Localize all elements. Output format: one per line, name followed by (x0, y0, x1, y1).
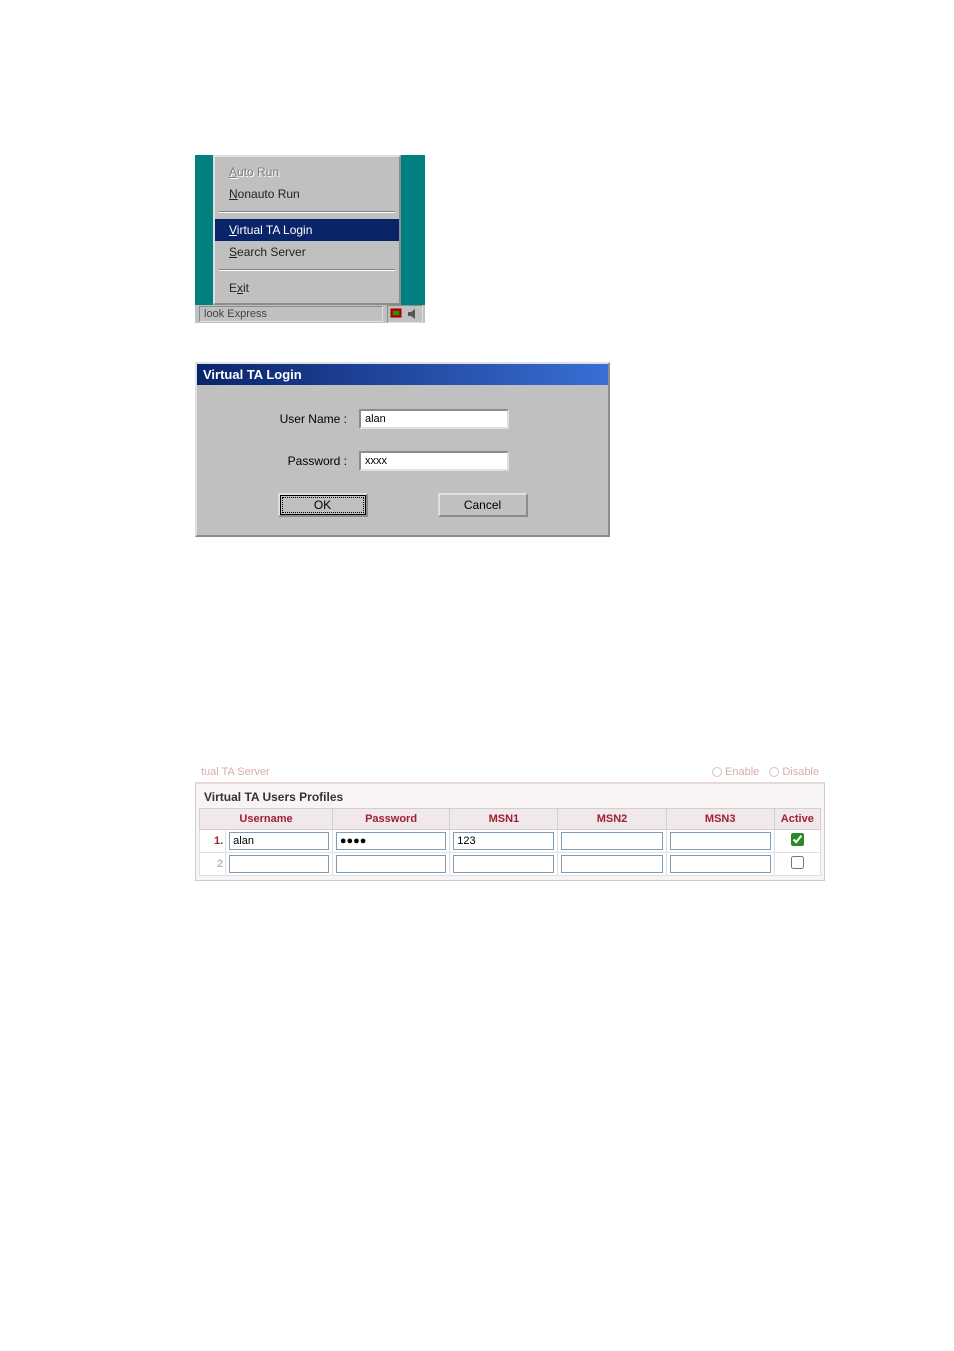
col-msn3: MSN3 (666, 809, 774, 830)
enable-radio[interactable]: Enable (712, 766, 759, 778)
msn3-cell-input[interactable] (670, 855, 771, 873)
menu-item-virtual-ta-login[interactable]: Virtual TA Login (215, 219, 399, 241)
msn1-cell-input[interactable] (453, 855, 554, 873)
username-row: User Name : (219, 409, 586, 429)
menu-item-auto-run[interactable]: Auto Run (215, 161, 399, 183)
col-active: Active (774, 809, 820, 830)
taskbar-button-outlook[interactable]: look Express (199, 306, 383, 322)
profiles-section: tual TA Server Enable Disable Virtual TA… (195, 764, 825, 881)
menu-nonauto-rest: onauto Run (238, 187, 300, 201)
context-menu: Auto Run Nonauto Run Virtual TA Login Se… (213, 155, 401, 305)
table-row: 2 (200, 853, 821, 876)
table-row: 1. (200, 830, 821, 853)
profiles-panel: Virtual TA Users Profiles Username Passw… (195, 782, 825, 881)
menu-auto-run-rest: uto Run (237, 165, 279, 179)
tray-volume-icon[interactable] (406, 307, 420, 321)
tray-display-icon[interactable] (390, 307, 404, 321)
server-toggle-label: tual TA Server (201, 766, 270, 778)
profiles-title: Virtual TA Users Profiles (196, 784, 824, 808)
username-label: User Name : (219, 412, 359, 426)
active-checkbox[interactable] (791, 856, 804, 869)
col-password: Password (332, 809, 449, 830)
msn3-cell-input[interactable] (670, 832, 771, 850)
menu-search-rest: earch Server (237, 245, 306, 259)
ok-button[interactable]: OK (278, 493, 368, 517)
menu-exit-rest: it (243, 281, 249, 295)
dialog-button-row: OK Cancel (219, 493, 586, 517)
password-input[interactable] (359, 451, 509, 471)
password-label: Password : (219, 454, 359, 468)
msn1-cell-input[interactable] (453, 832, 554, 850)
username-cell-input[interactable] (229, 855, 329, 873)
context-menu-wrapper: Auto Run Nonauto Run Virtual TA Login Se… (195, 155, 425, 323)
col-username: Username (200, 809, 333, 830)
password-cell-input[interactable] (336, 855, 446, 873)
profiles-table: Username Password MSN1 MSN2 MSN3 Active … (199, 808, 821, 876)
taskbar-fragment: look Express (195, 303, 425, 323)
dialog-titlebar: Virtual TA Login (197, 364, 608, 385)
radio-icon (712, 767, 722, 777)
username-input[interactable] (359, 409, 509, 429)
row-number: 2 (200, 853, 226, 876)
menu-item-exit[interactable]: Exit (215, 277, 399, 299)
disable-label: Disable (782, 766, 819, 778)
menu-accent-strip (195, 155, 213, 305)
msn2-cell-input[interactable] (561, 855, 662, 873)
menu-item-nonauto-run[interactable]: Nonauto Run (215, 183, 399, 205)
dialog-body: User Name : Password : OK Cancel (197, 385, 608, 535)
col-msn2: MSN2 (558, 809, 666, 830)
password-cell-input[interactable] (336, 832, 446, 850)
menu-separator (219, 211, 395, 213)
menu-vta-rest: irtual TA Login (237, 223, 313, 237)
cancel-button[interactable]: Cancel (438, 493, 528, 517)
active-checkbox[interactable] (791, 833, 804, 846)
radio-icon (769, 767, 779, 777)
username-cell-input[interactable] (229, 832, 329, 850)
enable-label: Enable (725, 766, 759, 778)
disable-radio[interactable]: Disable (769, 766, 819, 778)
profiles-header-row: Username Password MSN1 MSN2 MSN3 Active (200, 809, 821, 830)
col-msn1: MSN1 (450, 809, 558, 830)
menu-item-search-server[interactable]: Search Server (215, 241, 399, 263)
system-tray (387, 305, 423, 323)
msn2-cell-input[interactable] (561, 832, 662, 850)
menu-right-strip (401, 155, 425, 305)
menu-separator (219, 269, 395, 271)
server-toggle-row: tual TA Server Enable Disable (195, 764, 825, 780)
virtual-ta-login-dialog: Virtual TA Login User Name : Password : … (195, 362, 610, 537)
row-number: 1. (200, 830, 226, 853)
password-row: Password : (219, 451, 586, 471)
